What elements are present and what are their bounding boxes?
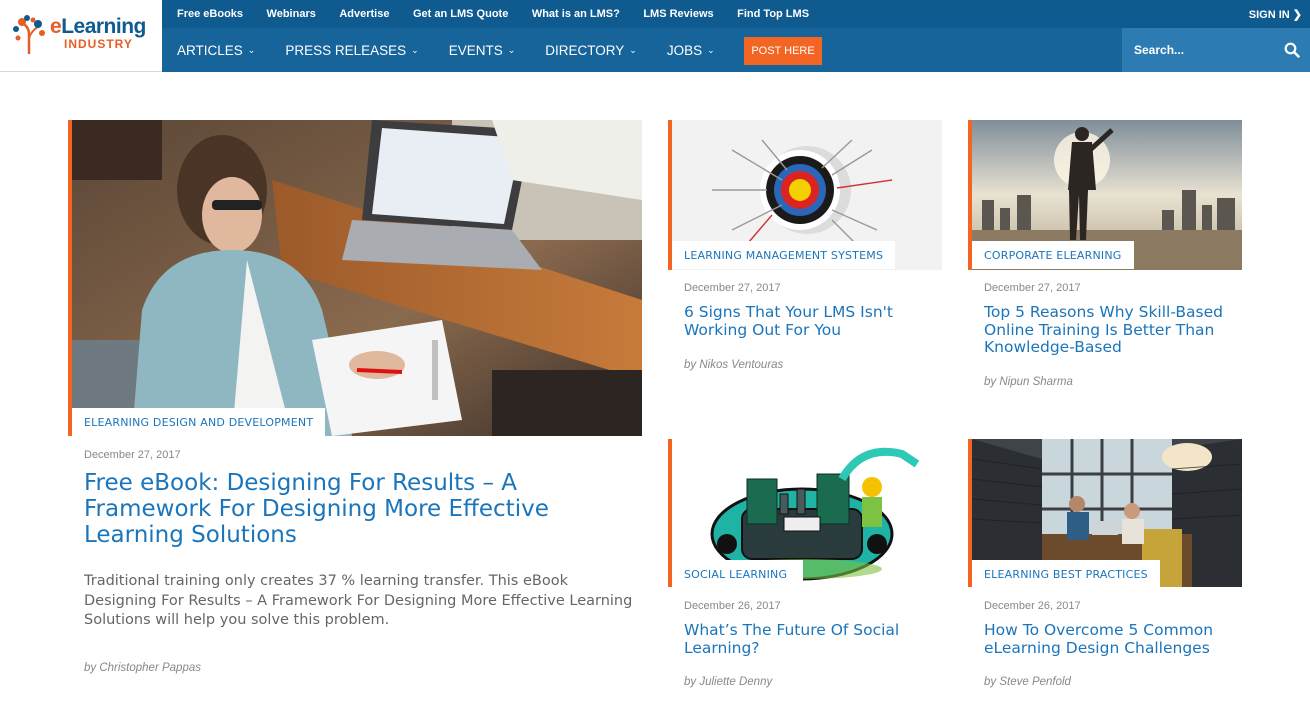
logo-subtitle: INDUSTRY <box>64 37 133 51</box>
search-icon[interactable] <box>1284 42 1300 58</box>
category-tag[interactable]: ELEARNING BEST PRACTICES <box>972 560 1160 588</box>
article-date: December 26, 2017 <box>684 600 781 612</box>
site-header: eLearning INDUSTRY Free eBooks Webinars Ad… <box>0 0 1310 72</box>
article-author[interactable]: by Nipun Sharma <box>984 376 1073 388</box>
nav-item-directory[interactable]: DIRECTORY ⌄ <box>545 43 637 58</box>
search-input[interactable] <box>1134 40 1274 60</box>
topbar-link[interactable]: Free eBooks <box>177 8 243 20</box>
chevron-down-icon: ⌄ <box>629 44 637 55</box>
nav-item-press-releases[interactable]: PRESS RELEASES ⌄ <box>285 43 418 58</box>
article-author[interactable]: by Christopher Pappas <box>84 662 201 674</box>
woman-writing-photo <box>72 120 642 436</box>
nav-item-label: PRESS RELEASES <box>285 42 407 58</box>
category-tag[interactable]: ELEARNING DESIGN AND DEVELOPMENT <box>72 408 326 436</box>
article-card: CORPORATE ELEARNING December 27, 2017 To… <box>968 120 1242 395</box>
sign-in-link[interactable]: SIGN IN ❯ <box>1249 0 1302 28</box>
tree-logo-icon <box>13 15 45 54</box>
article-card: SOCIAL LEARNING December 26, 2017 What’s… <box>668 439 942 699</box>
article-author[interactable]: by Steve Penfold <box>984 676 1071 688</box>
article-card: ELEARNING BEST PRACTICES December 26, 20… <box>968 439 1242 699</box>
category-tag[interactable]: CORPORATE ELEARNING <box>972 241 1134 269</box>
category-tag[interactable]: SOCIAL LEARNING <box>672 560 804 588</box>
article-author[interactable]: by Juliette Denny <box>684 676 772 688</box>
chevron-down-icon: ⌄ <box>411 44 419 55</box>
featured-image[interactable] <box>68 120 642 436</box>
nav-item-label: JOBS <box>666 42 703 58</box>
topbar-link[interactable]: Webinars <box>267 8 316 20</box>
article-title[interactable]: What’s The Future Of Social Learning? <box>684 621 924 657</box>
article-author[interactable]: by Nikos Ventouras <box>684 359 783 371</box>
nav-item-label: ARTICLES <box>177 42 243 58</box>
article-excerpt: Traditional training only creates 37 % l… <box>84 573 633 628</box>
article-title[interactable]: Free eBook: Designing For Results – A Fr… <box>84 470 604 548</box>
topbar-link[interactable]: What is an LMS? <box>532 8 620 20</box>
topbar-link[interactable]: Advertise <box>339 8 389 20</box>
nav-item-articles[interactable]: ARTICLES ⌄ <box>177 43 255 58</box>
topbar-link[interactable]: Find Top LMS <box>737 8 809 20</box>
article-date: December 27, 2017 <box>984 282 1081 294</box>
article-card: LEARNING MANAGEMENT SYSTEMS December 27,… <box>668 120 942 380</box>
post-here-button[interactable]: POST HERE <box>744 37 822 65</box>
site-logo[interactable]: eLearning INDUSTRY <box>0 0 162 72</box>
nav-item-label: EVENTS <box>448 42 503 58</box>
nav-item-jobs[interactable]: JOBS ⌄ <box>667 43 715 58</box>
nav-item-label: DIRECTORY <box>545 42 625 58</box>
logo-wordmark: eLearning <box>50 15 146 38</box>
article-title[interactable]: How To Overcome 5 Common eLearning Desig… <box>984 621 1242 657</box>
chevron-down-icon: ⌄ <box>507 44 516 55</box>
chevron-down-icon: ⌄ <box>707 44 715 55</box>
utility-bar: Free eBooks Webinars Advertise Get an LMS Q… <box>162 0 1310 28</box>
article-date: December 27, 2017 <box>684 282 781 294</box>
featured-article: ELEARNING DESIGN AND DEVELOPMENT Decembe… <box>68 120 642 690</box>
topbar-link[interactable]: Get an LMS Quote <box>413 8 508 20</box>
article-title[interactable]: Top 5 Reasons Why Skill-Based Online Tra… <box>984 303 1242 357</box>
main-nav: ARTICLES ⌄ PRESS RELEASES ⌄ EVENTS ⌄ DIRECTORY… <box>162 28 1310 72</box>
category-tag[interactable]: LEARNING MANAGEMENT SYSTEMS <box>672 241 896 269</box>
article-date: December 26, 2017 <box>984 600 1081 612</box>
article-date: December 27, 2017 <box>84 449 181 461</box>
search-box <box>1122 28 1310 72</box>
nav-item-events[interactable]: EVENTS ⌄ <box>449 43 516 58</box>
chevron-down-icon: ⌄ <box>247 44 256 55</box>
topbar-link[interactable]: LMS Reviews <box>643 8 713 20</box>
article-title[interactable]: 6 Signs That Your LMS Isn't Working Out … <box>684 303 942 339</box>
